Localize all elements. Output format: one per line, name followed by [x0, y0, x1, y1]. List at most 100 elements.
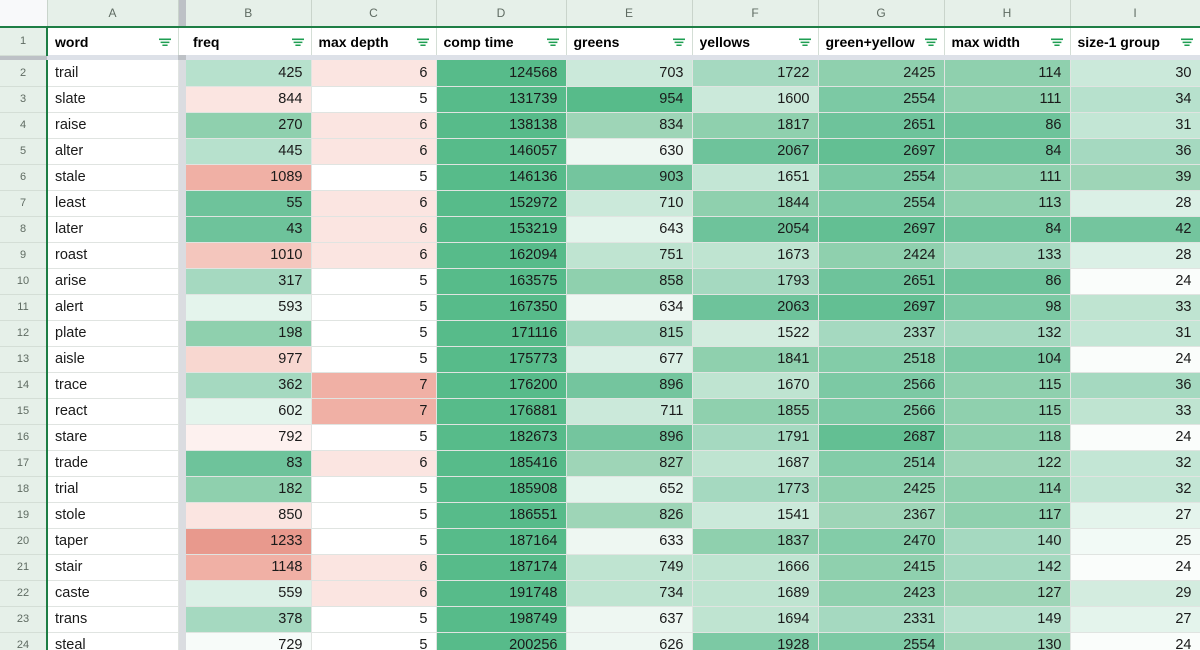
filter-icon[interactable]	[290, 35, 305, 48]
cell-depth[interactable]: 5	[311, 606, 437, 633]
cell-yellows[interactable]: 1689	[692, 580, 819, 607]
cell-gy[interactable]: 2425	[818, 60, 945, 87]
table-row[interactable]: 24 steal 729 5 200256 626 1928 2554 130 24	[0, 632, 1200, 650]
row-number[interactable]: 2	[0, 60, 48, 87]
cell-greens[interactable]: 652	[566, 476, 693, 503]
cell-yellows[interactable]: 1722	[692, 60, 819, 87]
cell-comp[interactable]: 152972	[436, 190, 567, 217]
cell-comp[interactable]: 175773	[436, 346, 567, 373]
column-letter-A[interactable]: A	[47, 0, 179, 28]
column-header-g[interactable]: green+yellow	[818, 27, 945, 55]
row-number[interactable]: 22	[0, 580, 48, 607]
cell-width[interactable]: 122	[944, 450, 1071, 477]
spreadsheet-grid[interactable]: A B C D E F G H I 1 word freq max depth comp…	[0, 0, 1200, 650]
table-row[interactable]: 11 alert 593 5 167350 634 2063 2697 98 33	[0, 294, 1200, 321]
table-row[interactable]: 5 alter 445 6 146057 630 2067 2697 84 36	[0, 138, 1200, 165]
cell-width[interactable]: 111	[944, 164, 1071, 191]
row-number[interactable]: 4	[0, 112, 48, 139]
cell-word[interactable]: react	[46, 398, 179, 425]
cell-gy[interactable]: 2423	[818, 580, 945, 607]
table-row[interactable]: 12 plate 198 5 171116 815 1522 2337 132 31	[0, 320, 1200, 347]
cell-size1[interactable]: 25	[1070, 528, 1200, 555]
cell-word[interactable]: trace	[46, 372, 179, 399]
cell-size1[interactable]: 39	[1070, 164, 1200, 191]
cell-yellows[interactable]: 1673	[692, 242, 819, 269]
cell-gy[interactable]: 2331	[818, 606, 945, 633]
cell-depth[interactable]: 7	[311, 372, 437, 399]
frozen-column-divider[interactable]	[178, 112, 186, 138]
frozen-column-divider[interactable]	[178, 268, 186, 294]
cell-width[interactable]: 114	[944, 60, 1071, 87]
cell-greens[interactable]: 827	[566, 450, 693, 477]
cell-depth[interactable]: 6	[311, 138, 437, 165]
cell-width[interactable]: 133	[944, 242, 1071, 269]
cell-word[interactable]: aisle	[46, 346, 179, 373]
row-number[interactable]: 10	[0, 268, 48, 295]
cell-word[interactable]: caste	[46, 580, 179, 607]
cell-comp[interactable]: 167350	[436, 294, 567, 321]
cell-width[interactable]: 86	[944, 268, 1071, 295]
cell-depth[interactable]: 5	[311, 268, 437, 295]
cell-depth[interactable]: 7	[311, 398, 437, 425]
cell-width[interactable]: 132	[944, 320, 1071, 347]
cell-greens[interactable]: 626	[566, 632, 693, 650]
cell-depth[interactable]: 5	[311, 346, 437, 373]
cell-gy[interactable]: 2367	[818, 502, 945, 529]
column-letter-E[interactable]: E	[566, 0, 693, 28]
frozen-column-divider[interactable]	[178, 632, 186, 650]
cell-word[interactable]: steal	[46, 632, 179, 650]
cell-gy[interactable]: 2554	[818, 190, 945, 217]
cell-size1[interactable]: 28	[1070, 242, 1200, 269]
frozen-column-divider[interactable]	[178, 27, 186, 55]
cell-yellows[interactable]: 1541	[692, 502, 819, 529]
cell-size1[interactable]: 30	[1070, 60, 1200, 87]
cell-gy[interactable]: 2514	[818, 450, 945, 477]
cell-word[interactable]: trial	[46, 476, 179, 503]
row-number[interactable]: 21	[0, 554, 48, 581]
row-number[interactable]: 19	[0, 502, 48, 529]
frozen-column-divider[interactable]	[178, 606, 186, 632]
cell-yellows[interactable]: 1855	[692, 398, 819, 425]
row-number[interactable]: 14	[0, 372, 48, 399]
frozen-column-divider[interactable]	[178, 580, 186, 606]
row-number[interactable]: 23	[0, 606, 48, 633]
cell-greens[interactable]: 954	[566, 86, 693, 113]
cell-depth[interactable]: 6	[311, 242, 437, 269]
cell-word[interactable]: taper	[46, 528, 179, 555]
cell-gy[interactable]: 2470	[818, 528, 945, 555]
cell-yellows[interactable]: 2054	[692, 216, 819, 243]
cell-size1[interactable]: 28	[1070, 190, 1200, 217]
cell-yellows[interactable]: 1694	[692, 606, 819, 633]
frozen-column-divider[interactable]	[178, 190, 186, 216]
cell-freq[interactable]: 378	[186, 606, 312, 633]
cell-yellows[interactable]: 1600	[692, 86, 819, 113]
column-header-a[interactable]: word	[46, 27, 179, 55]
cell-greens[interactable]: 834	[566, 112, 693, 139]
cell-size1[interactable]: 24	[1070, 554, 1200, 581]
cell-yellows[interactable]: 1844	[692, 190, 819, 217]
column-letter-G[interactable]: G	[818, 0, 945, 28]
table-row[interactable]: 17 trade 83 6 185416 827 1687 2514 122 32	[0, 450, 1200, 477]
cell-gy[interactable]: 2554	[818, 632, 945, 650]
cell-gy[interactable]: 2697	[818, 138, 945, 165]
cell-size1[interactable]: 33	[1070, 294, 1200, 321]
row-number[interactable]: 11	[0, 294, 48, 321]
cell-yellows[interactable]: 1837	[692, 528, 819, 555]
frozen-column-divider[interactable]	[178, 216, 186, 242]
cell-comp[interactable]: 146136	[436, 164, 567, 191]
column-header-b[interactable]: freq	[186, 27, 312, 55]
cell-word[interactable]: alter	[46, 138, 179, 165]
cell-width[interactable]: 104	[944, 346, 1071, 373]
cell-freq[interactable]: 198	[186, 320, 312, 347]
frozen-column-divider[interactable]	[178, 86, 186, 112]
cell-depth[interactable]: 5	[311, 424, 437, 451]
row-number[interactable]: 16	[0, 424, 48, 451]
cell-gy[interactable]: 2425	[818, 476, 945, 503]
cell-depth[interactable]: 6	[311, 554, 437, 581]
table-row[interactable]: 13 aisle 977 5 175773 677 1841 2518 104 24	[0, 346, 1200, 373]
cell-width[interactable]: 117	[944, 502, 1071, 529]
cell-size1[interactable]: 27	[1070, 606, 1200, 633]
cell-greens[interactable]: 815	[566, 320, 693, 347]
column-letter-I[interactable]: I	[1070, 0, 1200, 28]
cell-word[interactable]: trade	[46, 450, 179, 477]
